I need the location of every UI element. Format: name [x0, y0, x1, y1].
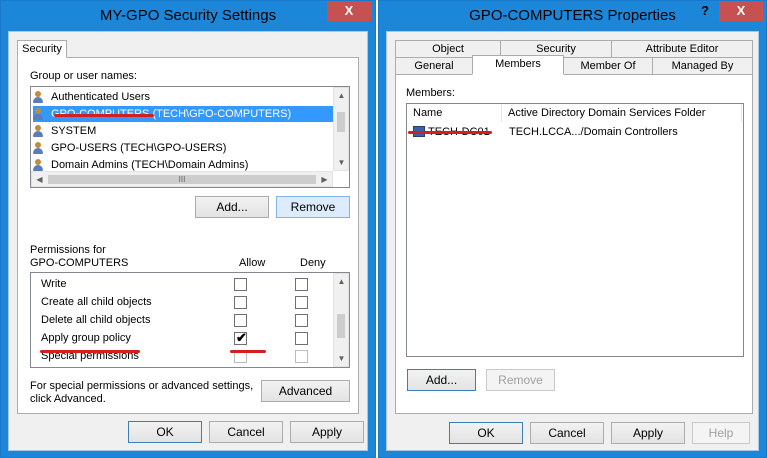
dialog-body: Object Security Attribute Editor General…: [386, 31, 759, 451]
vertical-scrollbar[interactable]: ▲ ▼: [333, 273, 349, 367]
help-button[interactable]: Help: [692, 422, 750, 444]
properties-dialog: GPO-COMPUTERS Properties ? X Object Secu…: [378, 0, 767, 458]
cancel-button[interactable]: Cancel: [530, 422, 604, 444]
permission-row: Write: [41, 276, 331, 292]
allow-checkbox[interactable]: [234, 296, 247, 309]
annotation-underline: [230, 350, 266, 353]
column-header-folder[interactable]: Active Directory Domain Services Folder: [502, 104, 742, 122]
tab-members[interactable]: Members: [472, 55, 564, 75]
scroll-thumb[interactable]: [337, 112, 345, 132]
help-icon[interactable]: ?: [692, 1, 718, 21]
permission-row: Create all child objects: [41, 294, 331, 310]
apply-button[interactable]: Apply: [290, 421, 364, 443]
allow-checkbox[interactable]: [234, 314, 247, 327]
principal-label: SYSTEM: [51, 125, 97, 137]
add-button[interactable]: Add...: [195, 196, 269, 218]
allow-header: Allow: [239, 257, 266, 269]
vertical-scrollbar[interactable]: ▲ ▼: [333, 87, 349, 171]
members-label: Members:: [406, 87, 455, 99]
ok-button[interactable]: OK: [128, 421, 202, 443]
deny-checkbox[interactable]: [295, 296, 308, 309]
allow-checkbox[interactable]: ✔: [234, 330, 247, 345]
list-item[interactable]: GPO-USERS (TECH\GPO-USERS): [33, 140, 333, 156]
permission-label: Write: [41, 278, 67, 290]
remove-member-button[interactable]: Remove: [486, 369, 555, 391]
scroll-left-icon[interactable]: ◀: [32, 172, 47, 187]
cancel-button[interactable]: Cancel: [209, 421, 283, 443]
tab-managed-by[interactable]: Managed By: [652, 57, 753, 75]
close-button[interactable]: X: [327, 1, 371, 21]
scroll-thumb[interactable]: III: [48, 175, 316, 184]
tab-general[interactable]: General: [395, 57, 473, 75]
permission-label: Apply group policy: [41, 332, 131, 344]
principal-label: GPO-USERS (TECH\GPO-USERS): [51, 142, 227, 154]
scroll-thumb[interactable]: [337, 314, 345, 338]
add-member-button[interactable]: Add...: [407, 369, 476, 391]
scroll-right-icon[interactable]: ▶: [317, 172, 332, 187]
deny-checkbox[interactable]: [295, 314, 308, 327]
permission-row: Apply group policy: [41, 330, 331, 346]
security-tab-panel: Group or user names: Authenticated Users…: [17, 57, 359, 414]
members-list[interactable]: Name Active Directory Domain Services Fo…: [406, 103, 744, 357]
special-permissions-note: For special permissions or advanced sett…: [30, 380, 254, 392]
scroll-down-icon[interactable]: ▼: [334, 351, 349, 366]
scroll-down-icon[interactable]: ▼: [334, 155, 349, 170]
members-tab-panel: Members: Name Active Directory Domain Se…: [395, 74, 753, 414]
tab-security[interactable]: Security: [17, 40, 67, 58]
horizontal-scrollbar[interactable]: ◀ III ▶: [31, 171, 333, 187]
permissions-for-name: GPO-COMPUTERS: [30, 257, 129, 269]
allow-checkbox[interactable]: [234, 278, 247, 291]
annotation-underline: [54, 114, 154, 117]
dialog-title: MY-GPO Security Settings: [99, 7, 277, 24]
advanced-button[interactable]: Advanced: [261, 380, 350, 402]
close-button[interactable]: X: [719, 1, 763, 21]
list-item[interactable]: Domain Admins (TECH\Domain Admins): [33, 157, 333, 171]
tab-member-of[interactable]: Member Of: [563, 57, 653, 75]
user-group-icon: [33, 124, 49, 138]
deny-checkbox[interactable]: [295, 332, 308, 345]
member-folder: TECH.LCCA.../Domain Controllers: [509, 126, 678, 138]
permission-row: Delete all child objects: [41, 312, 331, 328]
apply-button[interactable]: Apply: [611, 422, 685, 444]
principal-label: Domain Admins (TECH\Domain Admins): [51, 159, 249, 171]
group-names-label: Group or user names:: [30, 70, 137, 82]
user-group-icon: [33, 158, 49, 171]
user-group-icon: [33, 141, 49, 155]
annotation-underline: [408, 131, 492, 134]
permissions-for-label: Permissions for: [30, 244, 106, 256]
user-group-icon: [33, 107, 49, 121]
remove-button[interactable]: Remove: [276, 196, 350, 218]
dialog-body: Security Group or user names: Authentica…: [8, 31, 368, 451]
deny-checkbox[interactable]: [295, 350, 308, 363]
list-item[interactable]: Authenticated Users: [33, 89, 333, 105]
column-header-name[interactable]: Name: [407, 104, 502, 122]
scroll-up-icon[interactable]: ▲: [334, 274, 349, 289]
annotation-underline: [40, 350, 140, 353]
checkmark-icon: ✔: [236, 330, 247, 345]
deny-checkbox[interactable]: [295, 278, 308, 291]
security-settings-dialog: MY-GPO Security Settings X Security Grou…: [0, 0, 376, 458]
permissions-list[interactable]: Write Create all child objects Delete all …: [30, 272, 350, 368]
user-group-icon: [33, 90, 49, 104]
special-permissions-note-line2: click Advanced.: [30, 393, 106, 405]
permission-label: Create all child objects: [41, 296, 152, 308]
scroll-up-icon[interactable]: ▲: [334, 88, 349, 103]
ok-button[interactable]: OK: [449, 422, 523, 444]
principals-list[interactable]: Authenticated Users GPO-COMPUTERS (TECH\…: [30, 86, 350, 188]
permission-label: Delete all child objects: [41, 314, 151, 326]
principal-label: Authenticated Users: [51, 91, 151, 103]
deny-header: Deny: [300, 257, 326, 269]
tab-attribute-editor[interactable]: Attribute Editor: [611, 40, 753, 58]
list-item[interactable]: SYSTEM: [33, 123, 333, 139]
